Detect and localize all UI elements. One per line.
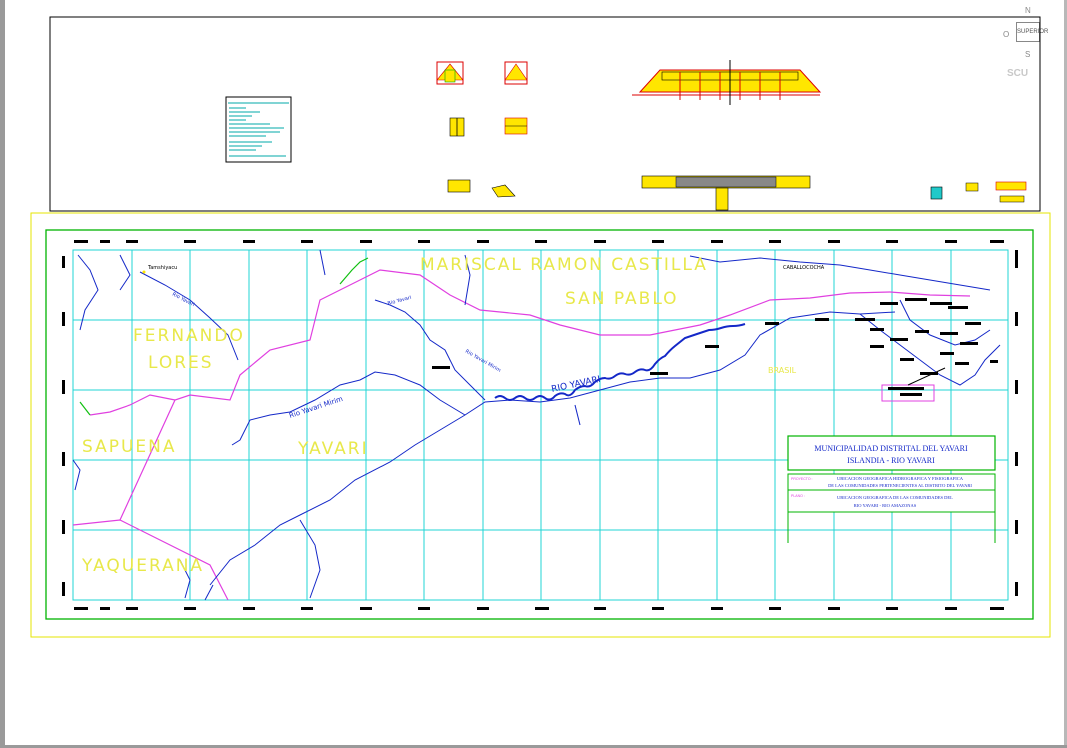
bridge-plan-drawing xyxy=(641,175,811,211)
region-label-lores: LORES xyxy=(148,353,214,373)
plan-label: PLANO : xyxy=(791,494,805,498)
grid-coordinate-marks xyxy=(62,240,1018,610)
project-label: PROYECTO : xyxy=(791,477,813,481)
region-label-brasil: BRASIL xyxy=(768,366,797,375)
detail-drawing-4 xyxy=(504,117,528,135)
town-label-left: Tamshiyacu xyxy=(147,265,177,271)
plan-text-1: UBICACION GEOGRAFICA DE LAS COMUNIDADES … xyxy=(837,495,953,500)
title-line-2: ISLANDIA - RIO YAVARI xyxy=(847,456,935,465)
region-label-mariscal: MARISCAL RAMON CASTILLA xyxy=(420,255,708,275)
town-label-right: CABALLOCOCHA xyxy=(783,265,825,271)
region-label-fernando: FERNANDO xyxy=(133,326,245,346)
river-network xyxy=(72,249,1001,601)
region-label-sapuena: SAPUENA xyxy=(82,437,177,457)
community-markers xyxy=(432,298,998,375)
bridge-elevation-drawing xyxy=(632,60,822,105)
legend-box xyxy=(225,96,292,163)
detail-drawing-6 xyxy=(930,181,1027,203)
river-label-yavari-upper: Rio Yavari xyxy=(387,295,412,307)
drawing-canvas[interactable]: MARISCAL RAMON CASTILLA SAN PABLO FERNAN… xyxy=(0,0,1067,748)
detail-drawing-2 xyxy=(504,61,528,85)
detail-drawing-1 xyxy=(436,61,464,85)
river-label-yavari-mirim: Rio Yavari Mirim xyxy=(288,395,344,420)
river-label-tributary: Rio Yavari xyxy=(171,291,195,308)
detail-drawing-5 xyxy=(447,179,516,198)
plan-text-2: RIO YAVARI - RIO AMAZONAS xyxy=(854,503,917,508)
map-grid xyxy=(72,249,1009,601)
town-marker-left xyxy=(142,270,146,274)
region-label-yavari: YAVARI xyxy=(297,439,369,459)
detail-drawing-3 xyxy=(449,117,465,137)
project-text-1: UBICACION GEOGRAFICA HIDROGRAFICA Y FISI… xyxy=(837,476,964,481)
title-line-1: MUNICIPALIDAD DISTRITAL DEL YAVARI xyxy=(814,444,968,453)
project-text-2: DE LAS COMUNIDADES PERTENECIENTES AL DIS… xyxy=(828,483,972,488)
upper-sheet-border xyxy=(49,16,1041,212)
region-label-san-pablo: SAN PABLO xyxy=(565,289,679,309)
region-label-yaquerana: YAQUERANA xyxy=(81,556,204,576)
